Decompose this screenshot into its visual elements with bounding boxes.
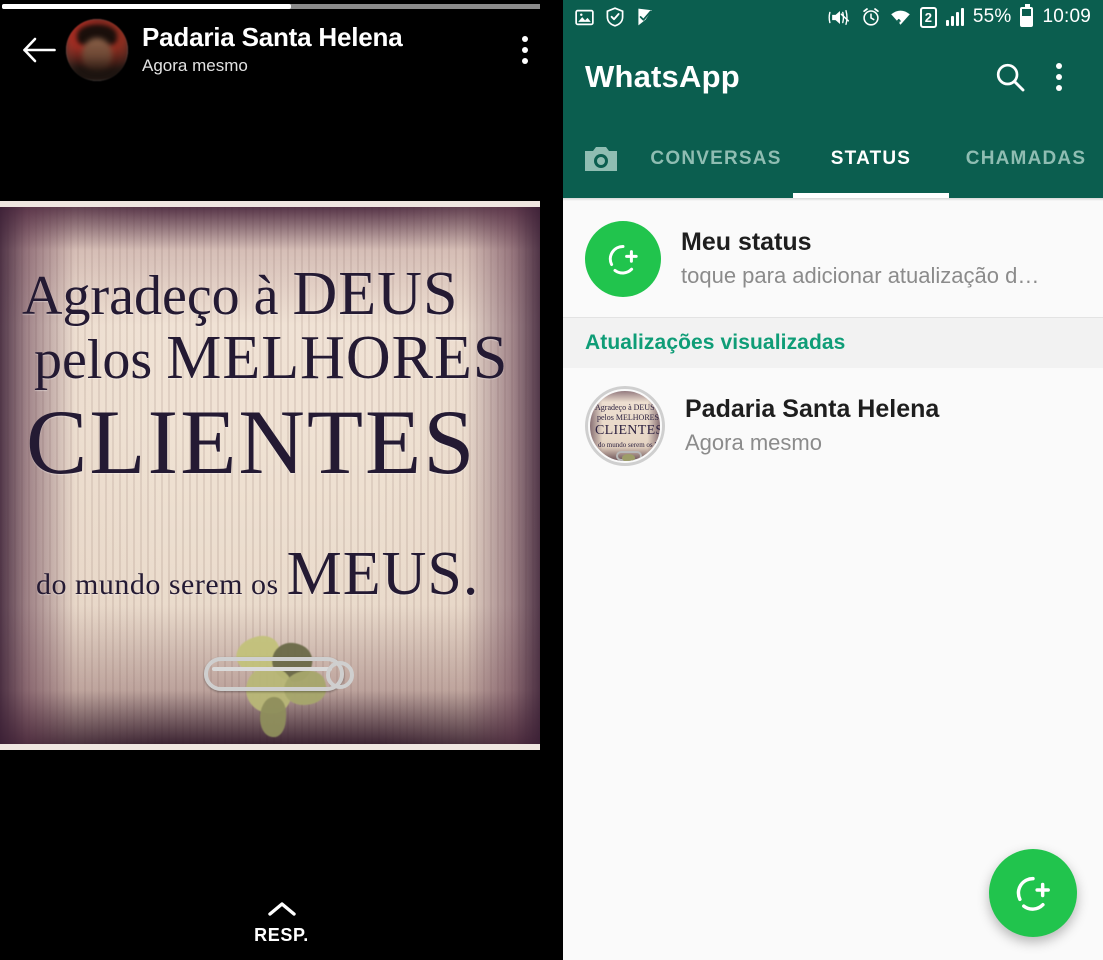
add-status-fab-icon[interactable] [989, 849, 1077, 937]
media-line-1: Agradeço à DEUS [22, 260, 459, 328]
back-arrow-icon[interactable] [16, 27, 62, 73]
status-item-name: Padaria Santa Helena [685, 395, 940, 424]
reply-label: RESP. [254, 925, 309, 945]
app-title: WhatsApp [585, 59, 740, 94]
avatar-face [82, 37, 112, 70]
status-thumbnail-ring: Agradeço à DEUS pelos MELHORES CLIENTES … [585, 386, 665, 466]
signal-bar [950, 16, 954, 26]
dot [522, 36, 528, 42]
safety-pin-bar [212, 667, 332, 671]
signal-bar [945, 20, 949, 26]
status-progress-fill [2, 4, 292, 9]
battery-percent: 55% [972, 6, 1012, 27]
thumb-line-3: CLIENTES [595, 423, 662, 438]
media-canvas: Agradeço à DEUS pelos MELHORES CLIENTES … [0, 207, 540, 744]
app-check-icon [636, 7, 654, 27]
thumb-line-1: Agradeço à DEUS [595, 403, 655, 412]
status-list-item[interactable]: Agradeço à DEUS pelos MELHORES CLIENTES … [563, 368, 1103, 484]
chevron-up-icon [267, 901, 297, 917]
vibrate-mute-icon [828, 8, 852, 27]
status-viewer-header: Padaria Santa Helena Agora mesmo [0, 14, 563, 86]
safety-pin-with-rue-sprig-icon [176, 627, 376, 738]
viewer-title-block: Padaria Santa Helena Agora mesmo [142, 23, 503, 78]
safety-pin-coil [326, 661, 354, 689]
dot [522, 47, 528, 53]
reply-swipe-up[interactable]: RESP. [0, 901, 563, 946]
tab-status[interactable]: STATUS [793, 120, 949, 198]
tab-camera[interactable] [563, 120, 639, 198]
status-item-time: Agora mesmo [685, 430, 822, 456]
add-status-icon[interactable] [585, 221, 661, 297]
my-status-subtitle: toque para adicionar atualização d… [681, 263, 1040, 289]
whatsapp-toolbar: WhatsApp [563, 34, 1103, 120]
sim-2-icon: 2 [919, 6, 937, 28]
my-status-row[interactable]: Meu status toque para adicionar atualiza… [563, 201, 1103, 317]
dot [1056, 85, 1062, 91]
rue-leaf [258, 696, 288, 738]
signal-bar [960, 8, 964, 26]
status-bar-right-icons: 2 55% 10:09 [828, 4, 1091, 28]
contact-name: Padaria Santa Helena [142, 22, 403, 52]
my-status-title: Meu status [681, 228, 812, 257]
status-timestamp: Agora mesmo [142, 56, 248, 76]
signal-bars-icon [945, 8, 964, 26]
status-viewer-panel: Padaria Santa Helena Agora mesmo Agradeç… [0, 0, 563, 960]
screenshot-root: Padaria Santa Helena Agora mesmo Agradeç… [0, 0, 1103, 960]
thumb-line-4: do mundo serem os MEUS. [598, 441, 661, 449]
status-list: Meu status toque para adicionar atualiza… [563, 201, 1103, 960]
active-tab-underline [793, 193, 949, 198]
android-status-bar: 2 55% 10:09 [563, 0, 1103, 34]
thumb-safety-pin-icon [616, 451, 642, 461]
my-status-texts: Meu status toque para adicionar atualiza… [681, 227, 1081, 291]
status-progress-track [2, 4, 558, 9]
tab-status-label: STATUS [830, 148, 912, 169]
alarm-clock-icon [861, 7, 881, 27]
wifi-icon [890, 8, 911, 27]
media-line-2: pelos MELHORES [34, 324, 509, 392]
tab-conversas[interactable]: CONVERSAS [639, 120, 793, 198]
toolbar-more-vertical-icon[interactable] [1037, 50, 1081, 104]
status-bar-left-icons [575, 7, 654, 27]
search-icon[interactable] [983, 50, 1037, 104]
photo-icon [575, 8, 594, 27]
dot [1056, 74, 1062, 80]
tab-bar: CONVERSAS STATUS CHAMADAS [563, 120, 1103, 198]
whatsapp-panel: 2 55% 10:09 WhatsApp CONVERSAS STATUS CH… [563, 0, 1103, 960]
status-media[interactable]: Agradeço à DEUS pelos MELHORES CLIENTES … [0, 201, 540, 750]
tab-chamadas[interactable]: CHAMADAS [949, 120, 1103, 198]
media-line-3: CLIENTES [26, 391, 477, 493]
dot [1056, 63, 1062, 69]
section-header-viewed-updates: Atualizações visualizadas [563, 318, 1103, 368]
clock: 10:09 [1042, 6, 1091, 27]
panel-divider [540, 0, 563, 960]
media-bottom-edge [0, 744, 540, 750]
status-item-texts: Padaria Santa Helena Agora mesmo [685, 394, 1081, 458]
contact-avatar[interactable] [66, 19, 128, 81]
signal-bar [955, 12, 959, 26]
security-shield-icon [606, 7, 624, 27]
dot [522, 58, 528, 64]
battery-icon [1020, 4, 1034, 27]
thumb-line-2: pelos MELHORES [597, 413, 659, 422]
status-thumbnail: Agradeço à DEUS pelos MELHORES CLIENTES … [588, 389, 662, 463]
safety-pin-body [204, 657, 344, 691]
media-line-4: do mundo serem os MEUS. [36, 540, 480, 608]
